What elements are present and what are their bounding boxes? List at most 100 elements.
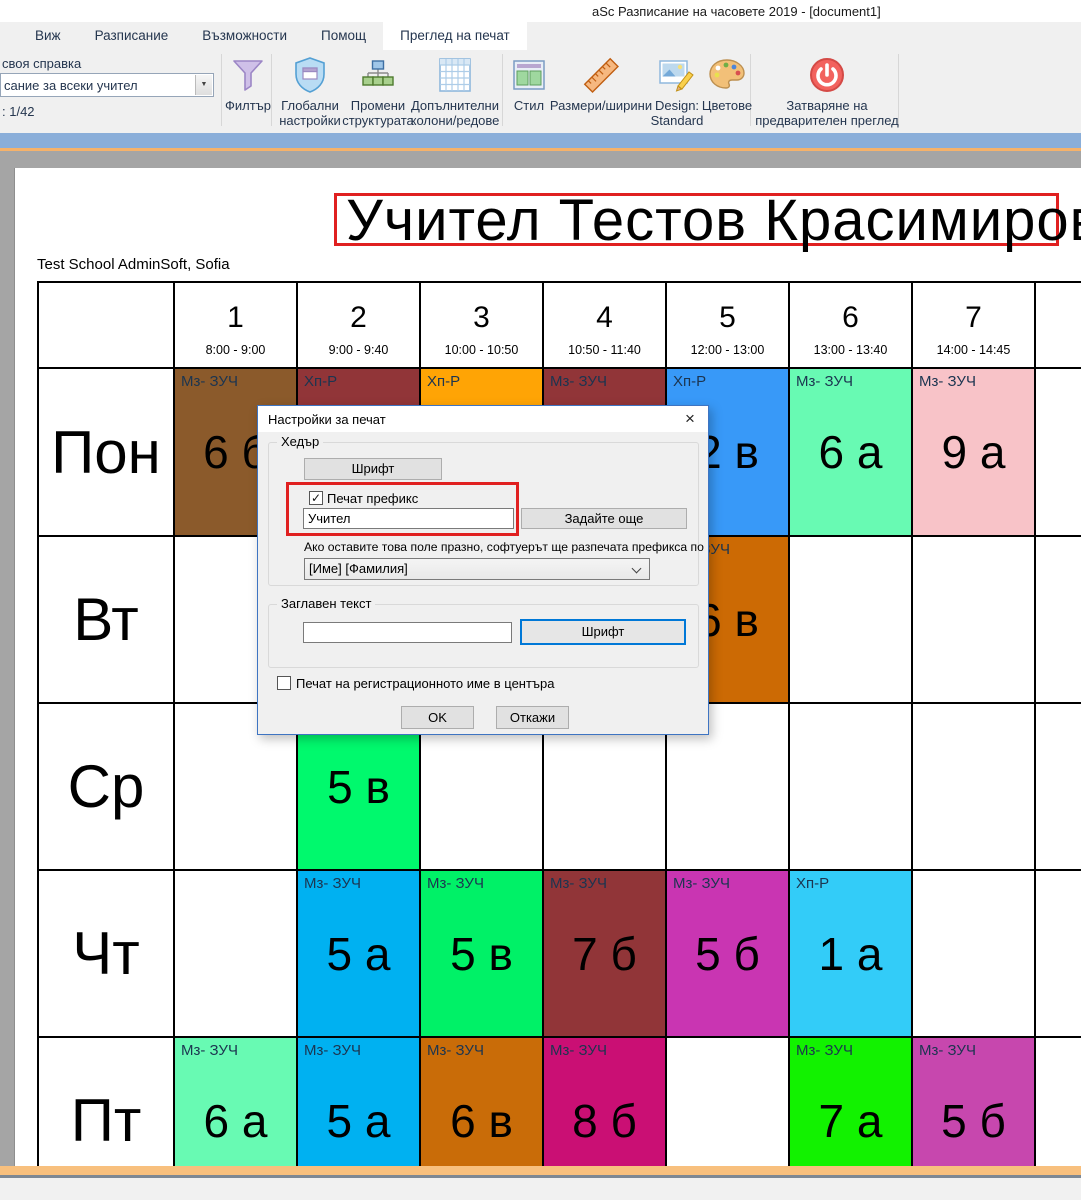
ok-button[interactable]: OK bbox=[401, 706, 474, 729]
lesson-cell bbox=[913, 537, 1036, 704]
timetable-corner bbox=[39, 283, 175, 369]
colors-label: Цветове bbox=[702, 98, 752, 113]
design-picture-icon bbox=[658, 53, 696, 97]
lesson-cell: Мз- ЗУЧ5 б bbox=[667, 871, 790, 1038]
status-bar bbox=[0, 1178, 1081, 1200]
global-settings-button[interactable]: Глобални настройки bbox=[277, 53, 343, 128]
filter-button[interactable]: Филтър bbox=[224, 53, 272, 113]
change-structure-label: Промени структурата bbox=[340, 98, 416, 128]
page-title: Учител Тестов Красимиров bbox=[346, 196, 1081, 246]
extra-columns-label: Допълнителни колони/редове bbox=[406, 98, 504, 128]
lesson-cell: Мз- ЗУЧ7 б bbox=[544, 871, 667, 1038]
shield-settings-icon bbox=[292, 53, 328, 97]
lesson-cell: Мз- ЗУЧ5 б bbox=[913, 1038, 1036, 1166]
tab-help[interactable]: Помощ bbox=[304, 22, 383, 50]
tab-options[interactable]: Възможности bbox=[185, 22, 304, 50]
lesson-cell bbox=[790, 704, 913, 871]
filter-icon bbox=[231, 53, 265, 97]
day-label: Ср bbox=[39, 704, 175, 871]
change-structure-button[interactable]: Промени структурата bbox=[340, 53, 416, 128]
column-header: 410:50 - 11:40 bbox=[544, 283, 667, 369]
lesson-cell: Хп-Р1 а bbox=[790, 871, 913, 1038]
close-preview-button[interactable]: Затваряне на предварителен преглед bbox=[754, 53, 900, 128]
column-header: 18:00 - 9:00 bbox=[175, 283, 298, 369]
lesson-cell: Мз- ЗУЧ6 а bbox=[790, 369, 913, 537]
lesson-cell bbox=[790, 537, 913, 704]
preview-top-orange-line bbox=[0, 148, 1081, 151]
title-font-button[interactable]: Шрифт bbox=[520, 619, 686, 645]
toolbar-separator bbox=[221, 54, 222, 126]
prefix-input[interactable] bbox=[303, 508, 514, 529]
window-title: aSc Разписание на часовете 2019 - [docum… bbox=[592, 4, 881, 19]
dialog-titlebar[interactable]: Настройки за печат × bbox=[258, 406, 708, 432]
lesson-cell: Мз- ЗУЧ5 а bbox=[298, 1038, 421, 1166]
set-more-button[interactable]: Задайте още bbox=[521, 508, 687, 529]
lesson-cell bbox=[667, 1038, 790, 1166]
lesson-cell bbox=[175, 871, 298, 1038]
column-header: 29:00 - 9:40 bbox=[298, 283, 421, 369]
preview-bottom-orange-strip bbox=[0, 1166, 1081, 1175]
lesson-cell bbox=[1036, 704, 1081, 871]
extra-columns-button[interactable]: Допълнителни колони/редове bbox=[406, 53, 504, 128]
report-type-combobox[interactable]: сание за всеки учител ▼ bbox=[0, 73, 214, 97]
lesson-cell: Мз- ЗУЧ8 б bbox=[544, 1038, 667, 1166]
preview-top-blue-strip bbox=[0, 133, 1081, 148]
combobox-dropdown-arrow-icon[interactable]: ▼ bbox=[195, 75, 212, 95]
center-name-label: Печат на регистрационното име в центъра bbox=[296, 676, 555, 691]
column-header: 714:00 - 14:45 bbox=[913, 283, 1036, 369]
global-settings-label: Глобални настройки bbox=[277, 98, 343, 128]
name-format-value: [Име] [Фамилия] bbox=[309, 561, 408, 576]
app-window: aSc Разписание на часовете 2019 - [docum… bbox=[0, 0, 1081, 1200]
menu-bar: Виж Разписание Възможности Помощ Преглед… bbox=[0, 22, 1081, 50]
sizes-widths-label: Размери/ширини bbox=[550, 98, 652, 113]
ruler-icon bbox=[581, 53, 621, 97]
school-name: Test School AdminSoft, Sofia bbox=[37, 256, 230, 273]
cancel-button[interactable]: Откажи bbox=[496, 706, 569, 729]
day-label: Вт bbox=[39, 537, 175, 704]
close-icon[interactable]: × bbox=[672, 406, 708, 432]
lesson-cell bbox=[913, 871, 1036, 1038]
design-button[interactable]: Design: Standard bbox=[650, 53, 704, 128]
palette-icon bbox=[708, 53, 746, 97]
print-prefix-checkbox[interactable]: ✓ bbox=[309, 491, 323, 505]
column-header: 512:00 - 13:00 bbox=[667, 283, 790, 369]
style-label: Стил bbox=[514, 98, 544, 113]
day-label: Пт bbox=[39, 1038, 175, 1166]
lesson-cell bbox=[1036, 537, 1081, 704]
tab-view[interactable]: Виж bbox=[18, 22, 78, 50]
ribbon-toolbar: своя справка сание за всеки учител ▼ : 1… bbox=[0, 50, 1081, 133]
lesson-cell: Мз- ЗУЧ5 в bbox=[421, 871, 544, 1038]
report-type-value: сание за всеки учител bbox=[4, 78, 138, 93]
lesson-cell: Мз- ЗУЧ5 а bbox=[298, 871, 421, 1038]
header-font-button[interactable]: Шрифт bbox=[304, 458, 442, 480]
tab-print-preview[interactable]: Преглед на печат bbox=[383, 22, 527, 50]
filter-label: Филтър bbox=[225, 98, 271, 113]
sizes-widths-button[interactable]: Размери/ширини bbox=[549, 53, 653, 113]
style-window-icon bbox=[512, 53, 546, 97]
page-indicator: : 1/42 bbox=[2, 104, 35, 119]
close-preview-label: Затваряне на предварителен преглед bbox=[754, 98, 900, 128]
center-name-checkbox[interactable] bbox=[277, 676, 291, 690]
colors-button[interactable]: Цветове bbox=[700, 53, 754, 113]
lesson-cell bbox=[1036, 369, 1081, 537]
title-text-input[interactable] bbox=[303, 622, 512, 643]
chevron-down-icon bbox=[632, 564, 642, 574]
title-annotation-box: Учител Тестов Красимиров bbox=[334, 193, 1059, 246]
lesson-cell: Мз- ЗУЧ9 а bbox=[913, 369, 1036, 537]
org-structure-icon bbox=[360, 53, 396, 97]
lesson-cell: Мз- ЗУЧ6 в bbox=[421, 1038, 544, 1166]
window-titlebar: aSc Разписание на часовете 2019 - [docum… bbox=[0, 0, 1081, 22]
lesson-cell bbox=[1036, 871, 1081, 1038]
lesson-cell: Мз- ЗУЧ7 а bbox=[790, 1038, 913, 1166]
print-prefix-label: Печат префикс bbox=[327, 491, 418, 506]
name-format-select[interactable]: [Име] [Фамилия] bbox=[304, 558, 650, 580]
title-group-label: Заглавен текст bbox=[277, 596, 375, 611]
style-button[interactable]: Стил bbox=[509, 53, 549, 113]
grid-columns-icon bbox=[438, 53, 472, 97]
column-header: 310:00 - 10:50 bbox=[421, 283, 544, 369]
lesson-cell bbox=[913, 704, 1036, 871]
tab-timetable[interactable]: Разписание bbox=[78, 22, 186, 50]
day-label: Пон bbox=[39, 369, 175, 537]
design-label: Design: Standard bbox=[650, 98, 704, 128]
print-settings-dialog: Настройки за печат × Хедър Шрифт ✓ Печат… bbox=[257, 405, 709, 735]
